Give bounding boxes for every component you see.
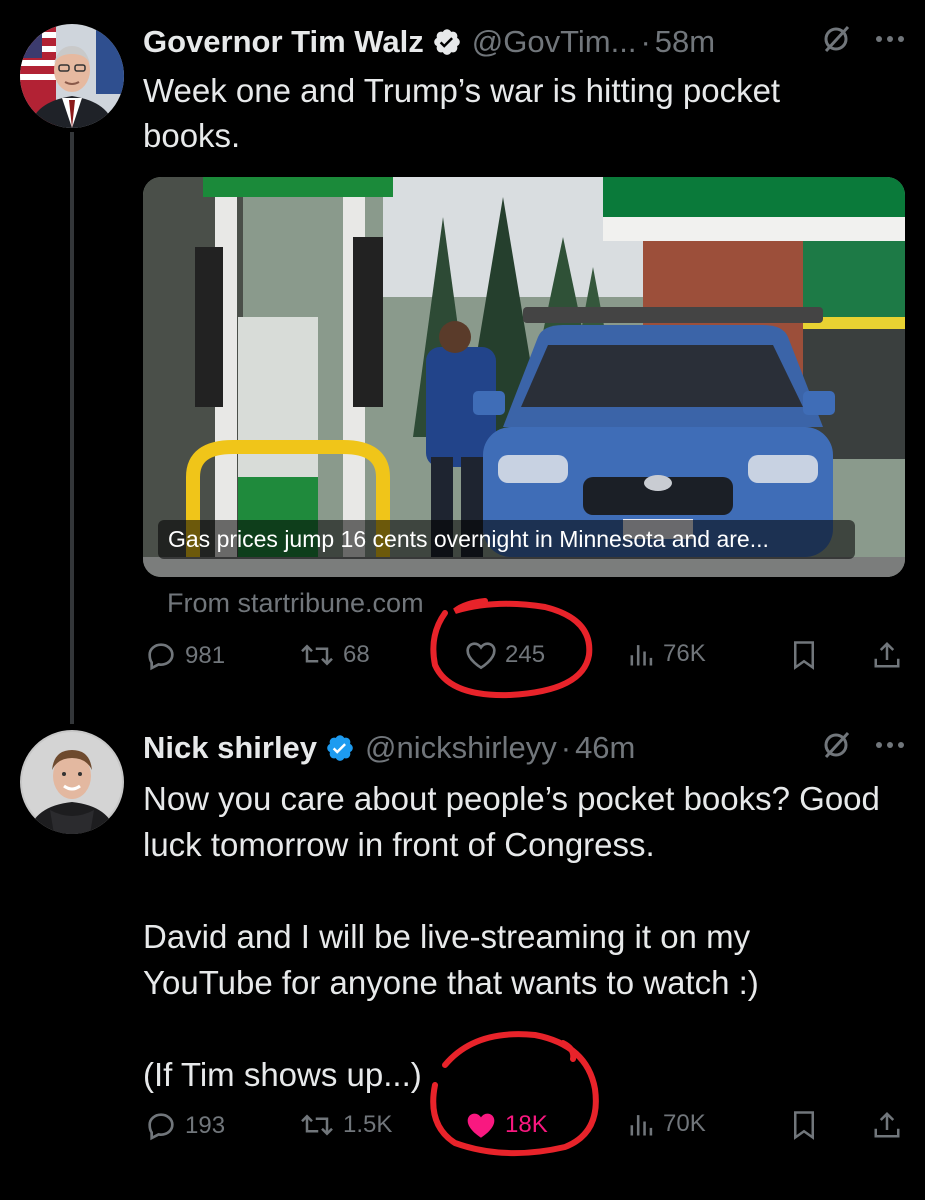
header-controls [821, 730, 905, 760]
tweet-text: Now you care about people’s pocket books… [143, 780, 880, 1093]
bookmark-button[interactable] [791, 640, 817, 670]
separator: · [640, 24, 651, 59]
like-count: 18K [505, 1111, 548, 1138]
reply-button[interactable]: 193 [145, 1110, 225, 1142]
tweet-header: Governor Tim Walz @GovTim... · 58m [143, 22, 905, 62]
tweet-actions: 981 68 245 76K [143, 640, 905, 680]
separator: · [560, 730, 572, 765]
like-icon [467, 1113, 495, 1138]
grok-icon[interactable] [821, 730, 851, 760]
bookmark-icon [794, 641, 814, 670]
reply-icon [148, 643, 174, 671]
like-button[interactable]: 18K [465, 1110, 548, 1140]
author-name[interactable]: Nick shirley [143, 730, 317, 766]
repost-icon [301, 1114, 333, 1136]
repost-button[interactable]: 1.5K [299, 1110, 392, 1140]
share-button[interactable] [873, 640, 901, 670]
bookmark-icon [794, 1111, 814, 1140]
views-icon [630, 645, 653, 666]
share-icon [874, 1111, 900, 1138]
reply-icon [148, 1113, 174, 1141]
views-button[interactable]: 70K [629, 1110, 706, 1138]
repost-count: 68 [343, 641, 370, 668]
avatar-shirley[interactable] [20, 730, 124, 834]
repost-button[interactable]: 68 [299, 640, 370, 670]
tweet-header: Nick shirley @nickshirleyy · 46m [143, 728, 905, 768]
views-count: 70K [663, 1110, 706, 1137]
header-controls [821, 24, 905, 54]
card-source[interactable]: From startribune.com [167, 588, 424, 619]
views-icon [630, 1115, 653, 1136]
more-icon[interactable] [875, 35, 905, 43]
reply-count: 981 [185, 642, 226, 669]
link-card[interactable]: Gas prices jump 16 cents overnight in Mi… [143, 177, 905, 577]
bookmark-button[interactable] [791, 1110, 817, 1140]
reply-count: 193 [185, 1112, 226, 1139]
repost-icon [301, 644, 333, 666]
author-handle[interactable]: @nickshirleyy [365, 730, 557, 766]
timestamp[interactable]: 46m [575, 730, 635, 766]
share-icon [874, 641, 900, 668]
views-count: 76K [663, 640, 706, 667]
more-icon[interactable] [875, 741, 905, 749]
avatar-walz[interactable] [20, 24, 124, 128]
card-caption[interactable]: Gas prices jump 16 cents overnight in Mi… [158, 520, 855, 559]
repost-count: 1.5K [343, 1111, 393, 1138]
timestamp[interactable]: 58m [655, 24, 715, 60]
verified-badge-icon [327, 735, 353, 761]
card-image [143, 177, 905, 577]
reply-button[interactable]: 981 [145, 640, 225, 672]
tweet-text: Week one and Trump’s war is hitting pock… [143, 72, 790, 154]
author-handle[interactable]: @GovTim... [472, 24, 637, 60]
share-button[interactable] [873, 1110, 901, 1140]
like-button[interactable]: 245 [465, 640, 545, 670]
author-name[interactable]: Governor Tim Walz [143, 24, 424, 60]
like-icon [466, 642, 496, 670]
verified-badge-icon [433, 29, 460, 55]
tweet-actions: 193 1.5K 18K 70K [143, 1110, 905, 1150]
thread-line [70, 132, 74, 724]
grok-icon[interactable] [821, 24, 851, 54]
views-button[interactable]: 76K [629, 640, 706, 668]
like-count: 245 [505, 641, 546, 668]
